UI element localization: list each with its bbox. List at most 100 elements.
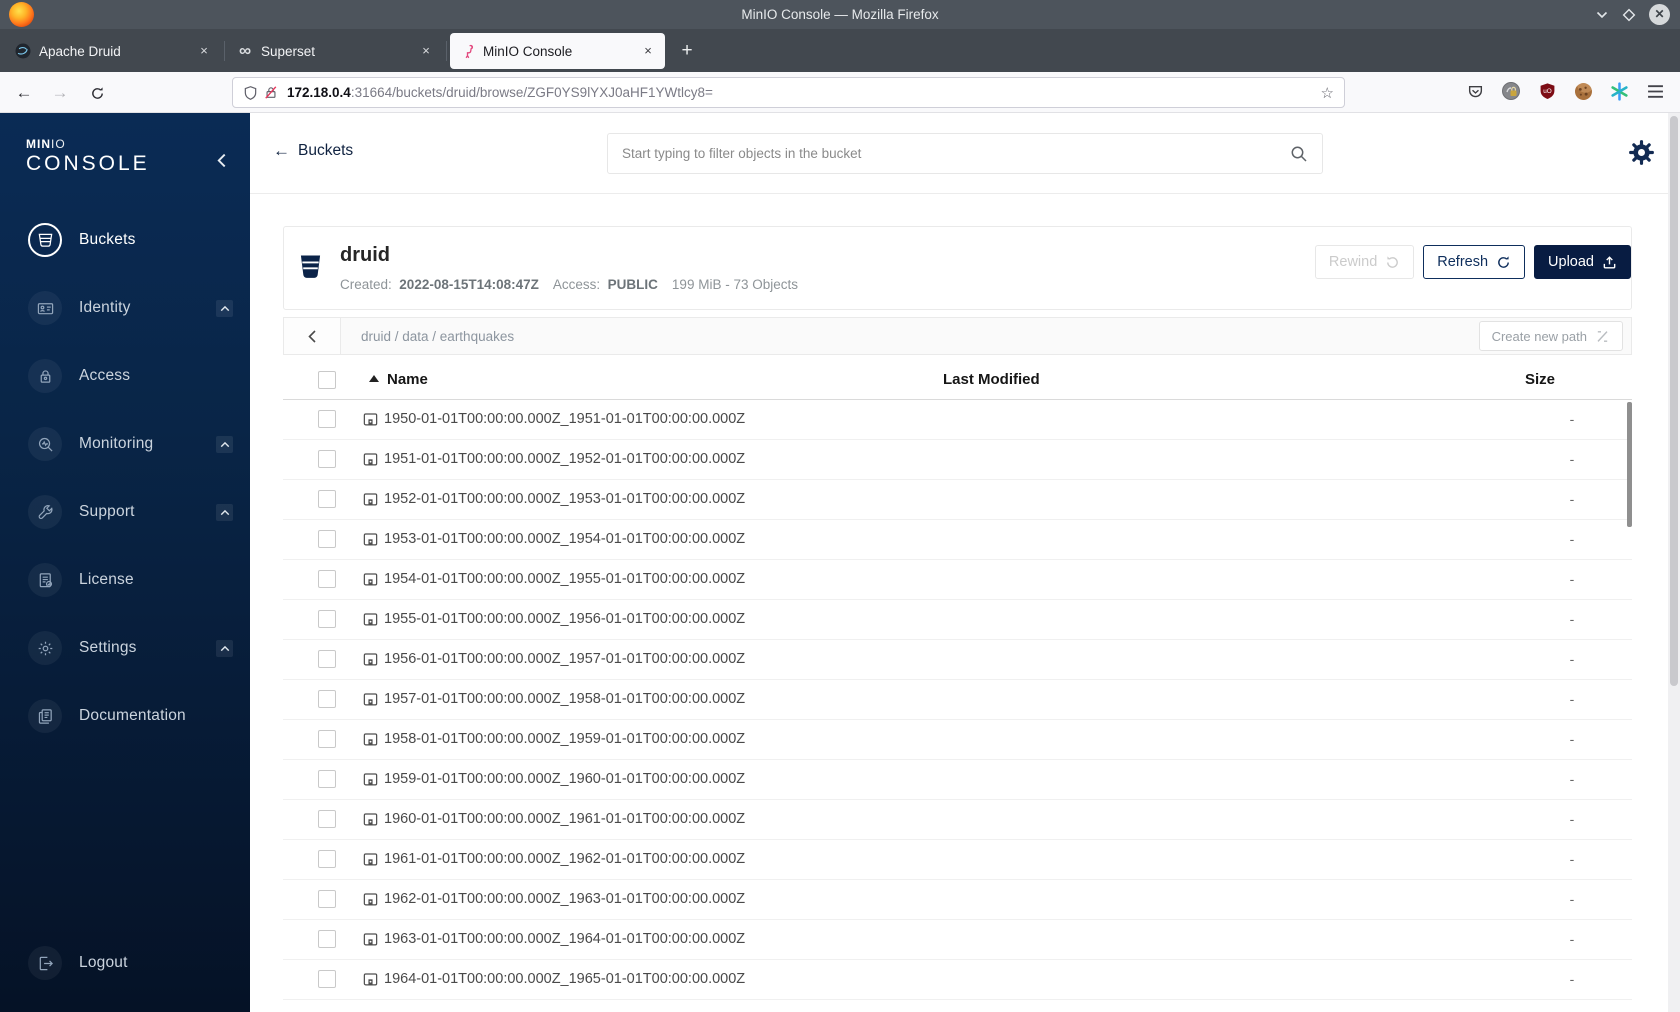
insecure-lock-icon[interactable] — [264, 85, 278, 100]
spark-extension-icon[interactable] — [1608, 80, 1630, 102]
search-input[interactable] — [608, 146, 1290, 161]
rewind-button[interactable]: Rewind — [1314, 245, 1415, 279]
table-row[interactable]: 1963-01-01T00:00:00.000Z_1964-01-01T00:0… — [283, 920, 1632, 960]
table-scrollbar[interactable] — [1627, 400, 1632, 1012]
row-checkbox[interactable] — [318, 970, 336, 988]
pocket-icon[interactable] — [1464, 80, 1486, 102]
table-row[interactable]: 1962-01-01T00:00:00.000Z_1963-01-01T00:0… — [283, 880, 1632, 920]
row-checkbox[interactable] — [318, 530, 336, 548]
tracking-shield-icon[interactable] — [243, 85, 258, 101]
column-header-size[interactable]: Size — [1525, 371, 1555, 388]
settings-gear-icon[interactable] — [1628, 139, 1655, 166]
select-all-checkbox[interactable] — [318, 371, 336, 389]
table-row[interactable]: 1951-01-01T00:00:00.000Z_1952-01-01T00:0… — [283, 440, 1632, 480]
table-row[interactable]: 1958-01-01T00:00:00.000Z_1959-01-01T00:0… — [283, 720, 1632, 760]
url-path: :31664/buckets/druid/browse/ZGF0YS9lYXJ0… — [350, 85, 713, 100]
table-row[interactable]: 1952-01-01T00:00:00.000Z_1953-01-01T00:0… — [283, 480, 1632, 520]
browser-tab[interactable]: ∞ Superset × — [228, 33, 443, 69]
menu-hamburger-icon[interactable] — [1644, 80, 1666, 102]
window-minimize-icon[interactable] — [1595, 8, 1609, 22]
table-row[interactable]: 1959-01-01T00:00:00.000Z_1960-01-01T00:0… — [283, 760, 1632, 800]
sidebar-item-logout[interactable]: Logout — [0, 929, 250, 997]
forward-button[interactable]: → — [47, 80, 73, 106]
row-checkbox[interactable] — [318, 650, 336, 668]
refresh-button[interactable]: Refresh — [1423, 245, 1526, 279]
sidebar-item-identity[interactable]: Identity — [0, 274, 250, 342]
row-checkbox[interactable] — [318, 890, 336, 908]
sidebar-item-label: Buckets — [79, 231, 136, 248]
row-checkbox[interactable] — [318, 490, 336, 508]
row-checkbox[interactable] — [318, 810, 336, 828]
object-prefix-icon — [362, 851, 379, 868]
page-scrollbar-thumb[interactable] — [1670, 116, 1678, 686]
row-checkbox[interactable] — [318, 410, 336, 428]
sidebar-item-license[interactable]: License — [0, 546, 250, 614]
new-tab-button[interactable]: + — [673, 37, 701, 65]
chevron-up-icon[interactable] — [216, 504, 233, 521]
sidebar-item-label: Settings — [79, 639, 137, 656]
row-checkbox[interactable] — [318, 570, 336, 588]
sidebar-item-buckets[interactable]: Buckets — [0, 206, 250, 274]
reload-button[interactable] — [84, 80, 110, 106]
window-close-icon[interactable]: ✕ — [1649, 4, 1670, 25]
object-size: - — [1569, 851, 1575, 867]
column-header-last-modified[interactable]: Last Modified — [943, 371, 1040, 388]
url-bar[interactable]: 172.18.0.4:31664/buckets/druid/browse/ZG… — [232, 77, 1345, 108]
page-scrollbar[interactable] — [1668, 113, 1680, 1012]
chevron-up-icon[interactable] — [216, 436, 233, 453]
refresh-icon — [1496, 255, 1511, 270]
sidebar-item-label: Access — [79, 367, 131, 384]
back-to-buckets-link[interactable]: ← Buckets — [273, 141, 353, 161]
browser-tab[interactable]: Apache Druid × — [6, 33, 221, 69]
bucket-summary-card: druid Created: 2022-08-15T14:08:47Z Acce… — [283, 226, 1632, 310]
table-row[interactable]: 1957-01-01T00:00:00.000Z_1958-01-01T00:0… — [283, 680, 1632, 720]
sidebar-item-support[interactable]: Support — [0, 478, 250, 546]
table-row[interactable]: 1953-01-01T00:00:00.000Z_1954-01-01T00:0… — [283, 520, 1632, 560]
tab-close-icon[interactable]: × — [418, 43, 434, 59]
window-maximize-icon[interactable] — [1622, 8, 1636, 22]
chevron-up-icon[interactable] — [216, 640, 233, 657]
sidebar-item-documentation[interactable]: Documentation — [0, 682, 250, 750]
row-checkbox[interactable] — [318, 610, 336, 628]
row-checkbox[interactable] — [318, 770, 336, 788]
back-button[interactable]: ← — [11, 80, 37, 106]
extension-lock-icon[interactable] — [1500, 80, 1522, 102]
table-row[interactable]: 1956-01-01T00:00:00.000Z_1957-01-01T00:0… — [283, 640, 1632, 680]
table-row[interactable]: 1960-01-01T00:00:00.000Z_1961-01-01T00:0… — [283, 800, 1632, 840]
ublock-icon[interactable]: uO — [1536, 80, 1558, 102]
column-header-name[interactable]: Name — [387, 371, 428, 388]
object-size: - — [1569, 691, 1575, 707]
object-prefix-icon — [362, 971, 379, 988]
row-checkbox[interactable] — [318, 690, 336, 708]
tab-close-icon[interactable]: × — [196, 43, 212, 59]
sidebar-item-settings[interactable]: Settings — [0, 614, 250, 682]
sidebar-collapse-icon[interactable] — [216, 153, 227, 168]
bucket-icon — [299, 254, 322, 280]
cookie-icon[interactable] — [1572, 80, 1594, 102]
sidebar-item-monitoring[interactable]: Monitoring — [0, 410, 250, 478]
sort-ascending-icon[interactable] — [369, 375, 379, 382]
sidebar-item-access[interactable]: Access — [0, 342, 250, 410]
path-bar: druid / data / earthquakes Create new pa… — [283, 317, 1632, 355]
table-scrollbar-thumb[interactable] — [1627, 402, 1632, 527]
table-row[interactable]: 1954-01-01T00:00:00.000Z_1955-01-01T00:0… — [283, 560, 1632, 600]
tab-close-icon[interactable]: × — [640, 43, 656, 59]
object-name: 1960-01-01T00:00:00.000Z_1961-01-01T00:0… — [384, 811, 746, 827]
path-back-chevron[interactable] — [284, 318, 341, 354]
browser-tab[interactable]: MinIO Console × — [450, 33, 665, 69]
create-new-path-button[interactable]: Create new path — [1478, 321, 1623, 351]
table-row[interactable]: 1961-01-01T00:00:00.000Z_1962-01-01T00:0… — [283, 840, 1632, 880]
table-row[interactable]: 1964-01-01T00:00:00.000Z_1965-01-01T00:0… — [283, 960, 1632, 1000]
table-row[interactable]: 1955-01-01T00:00:00.000Z_1956-01-01T00:0… — [283, 600, 1632, 640]
sidebar-item-label: Documentation — [79, 707, 186, 724]
table-row[interactable]: 1950-01-01T00:00:00.000Z_1951-01-01T00:0… — [283, 400, 1632, 440]
breadcrumb[interactable]: druid / data / earthquakes — [361, 318, 514, 354]
row-checkbox[interactable] — [318, 730, 336, 748]
minio-sidebar: MINIO CONSOLE Buckets Identity Access Monit… — [0, 113, 250, 1012]
upload-button[interactable]: Upload — [1534, 245, 1631, 279]
row-checkbox[interactable] — [318, 450, 336, 468]
chevron-up-icon[interactable] — [216, 300, 233, 317]
row-checkbox[interactable] — [318, 930, 336, 948]
bookmark-star-icon[interactable]: ☆ — [1321, 84, 1334, 102]
row-checkbox[interactable] — [318, 850, 336, 868]
